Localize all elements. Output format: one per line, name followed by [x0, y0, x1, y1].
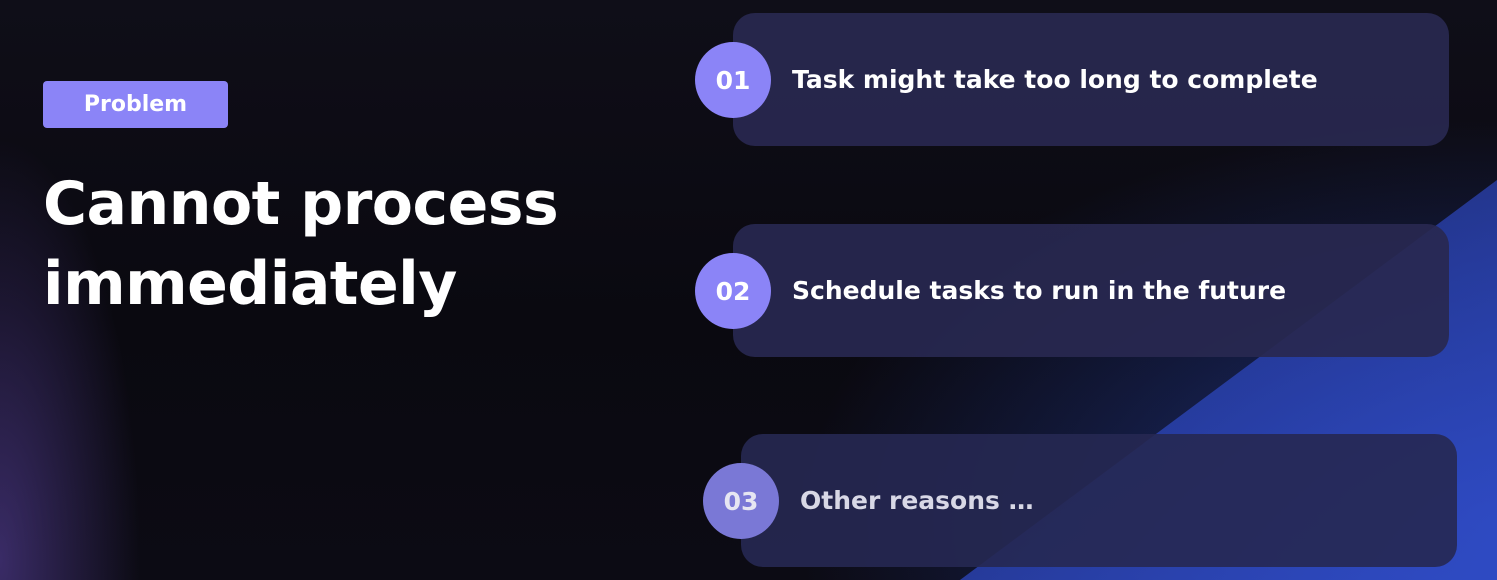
item-number-badge: 01: [695, 42, 771, 118]
item-number-badge: 02: [695, 253, 771, 329]
list-item: 02 Schedule tasks to run in the future: [695, 224, 1449, 357]
list-item: 01 Task might take too long to complete: [695, 13, 1449, 146]
problem-badge: Problem: [43, 81, 228, 128]
slide-title: Cannot process immediately: [43, 164, 559, 324]
item-number: 01: [715, 65, 751, 95]
left-column: Problem Cannot process immediately: [43, 81, 559, 324]
item-number: 03: [723, 486, 759, 516]
item-number-badge: 03: [703, 463, 779, 539]
problem-badge-label: Problem: [83, 92, 188, 117]
item-number: 02: [715, 276, 751, 306]
item-text: Task might take too long to complete: [792, 65, 1318, 94]
slide-title-line-2: immediately: [43, 249, 457, 319]
list-item: 03 Other reasons …: [703, 434, 1457, 567]
item-text: Schedule tasks to run in the future: [792, 276, 1287, 305]
slide-title-line-1: Cannot process: [43, 169, 559, 239]
item-text: Other reasons …: [800, 486, 1034, 515]
